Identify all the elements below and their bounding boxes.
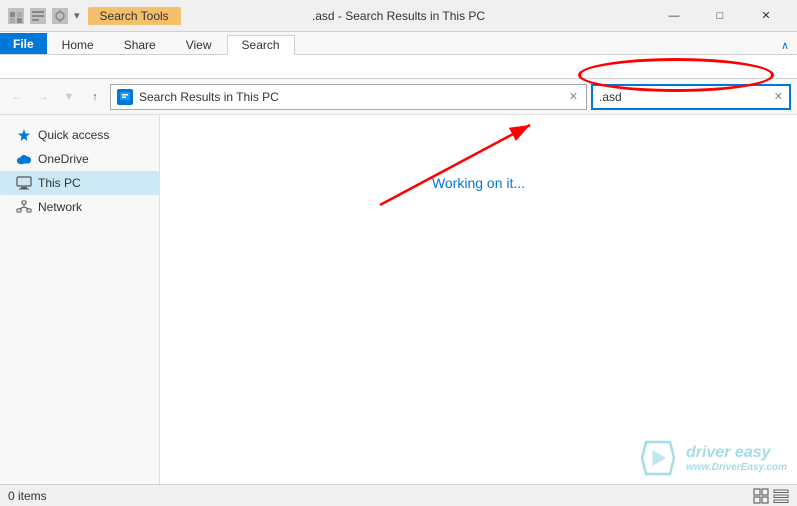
status-items: 0 items bbox=[8, 489, 47, 503]
sidebar-label-onedrive: OneDrive bbox=[38, 152, 89, 166]
location-icon bbox=[117, 89, 133, 105]
status-bar: 0 items bbox=[0, 484, 797, 506]
content-area: Working on it... bbox=[160, 115, 797, 485]
minimize-button[interactable]: — bbox=[651, 0, 697, 32]
quick-access-star-icon bbox=[16, 127, 32, 143]
watermark-brand: driver easy www.DriverEasy.com bbox=[686, 444, 787, 473]
up-button[interactable]: ↑ bbox=[84, 86, 106, 108]
ribbon-chevron[interactable]: ∧ bbox=[773, 37, 797, 54]
sidebar-label-this-pc: This PC bbox=[38, 176, 81, 190]
annotation-arrow bbox=[160, 115, 797, 485]
window-title: .asd - Search Results in This PC bbox=[312, 9, 485, 23]
tab-search[interactable]: Search bbox=[227, 35, 295, 55]
watermark: driver easy www.DriverEasy.com bbox=[638, 438, 787, 478]
network-icon bbox=[16, 199, 32, 215]
title-bar: ▾ Search Tools .asd - Search Results in … bbox=[0, 0, 797, 32]
ribbon-tabs: File Home Share View Search ∧ bbox=[0, 32, 797, 54]
main-layout: Quick access OneDrive This PC bbox=[0, 115, 797, 485]
maximize-button[interactable]: □ bbox=[697, 0, 743, 32]
search-tools-label: Search Tools bbox=[100, 9, 169, 23]
working-text: Working on it... bbox=[432, 175, 525, 191]
onedrive-cloud-icon bbox=[16, 151, 32, 167]
tab-view[interactable]: View bbox=[171, 35, 227, 54]
tab-share[interactable]: Share bbox=[109, 35, 171, 54]
sidebar-label-network: Network bbox=[38, 200, 82, 214]
tab-file[interactable]: File bbox=[0, 33, 47, 54]
address-box: Search Results in This PC ✕ bbox=[110, 84, 587, 110]
ribbon-content bbox=[0, 55, 797, 79]
address-text: Search Results in This PC bbox=[139, 90, 561, 104]
search-input[interactable] bbox=[599, 90, 770, 104]
sidebar-item-network[interactable]: Network bbox=[0, 195, 159, 219]
forward-button[interactable]: → bbox=[32, 86, 54, 108]
quick-access-icon bbox=[30, 8, 46, 24]
sidebar-item-quick-access[interactable]: Quick access bbox=[0, 123, 159, 147]
tab-home[interactable]: Home bbox=[47, 35, 109, 54]
title-bar-controls: — □ ✕ bbox=[651, 0, 789, 32]
driver-easy-logo bbox=[638, 438, 678, 478]
address-bar-row: ← → ▼ ↑ Search Results in This PC ✕ ✕ bbox=[0, 79, 797, 115]
address-clear-button[interactable]: ✕ bbox=[567, 88, 580, 105]
sidebar-item-onedrive[interactable]: OneDrive bbox=[0, 147, 159, 171]
this-pc-icon bbox=[16, 175, 32, 191]
close-button[interactable]: ✕ bbox=[743, 0, 789, 32]
search-clear-button[interactable]: ✕ bbox=[774, 90, 783, 103]
recent-button[interactable]: ▼ bbox=[58, 86, 80, 108]
search-box[interactable]: ✕ bbox=[591, 84, 791, 110]
sidebar: Quick access OneDrive This PC bbox=[0, 115, 160, 485]
ribbon: File Home Share View Search ∧ bbox=[0, 32, 797, 55]
dropdown-arrow-icon: ▾ bbox=[74, 9, 80, 22]
sidebar-item-this-pc[interactable]: This PC bbox=[0, 171, 159, 195]
list-view-icon[interactable] bbox=[773, 488, 789, 504]
title-bar-icons: ▾ bbox=[8, 8, 80, 24]
status-right bbox=[753, 488, 789, 504]
pin-icon bbox=[52, 8, 68, 24]
search-tools-tab: Search Tools bbox=[88, 7, 181, 25]
window-icon bbox=[8, 8, 24, 24]
sidebar-label-quick-access: Quick access bbox=[38, 128, 109, 142]
grid-view-icon[interactable] bbox=[753, 488, 769, 504]
back-button[interactable]: ← bbox=[6, 86, 28, 108]
